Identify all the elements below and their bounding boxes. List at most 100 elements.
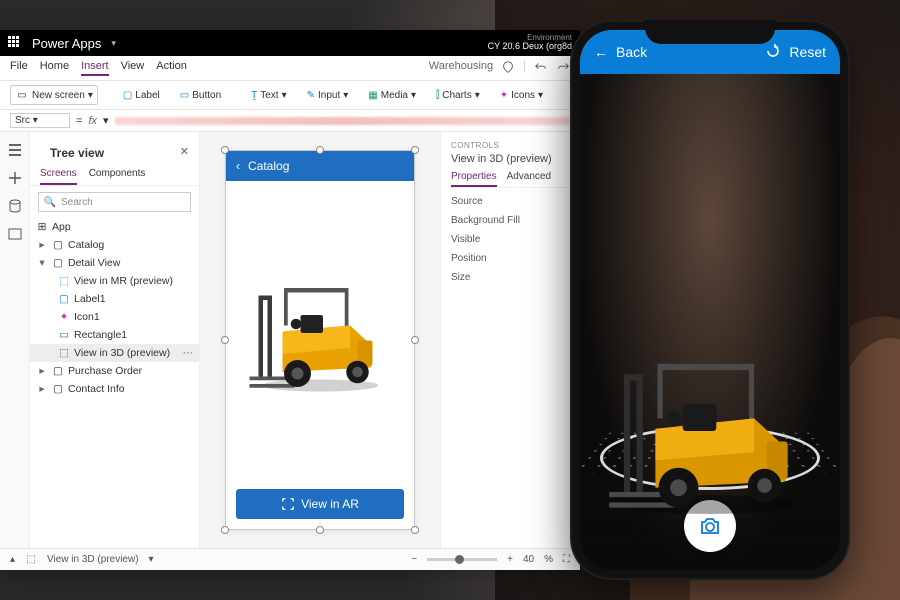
prop-position[interactable]: Position <box>451 253 570 264</box>
zoom-slider[interactable] <box>427 558 497 561</box>
tree-node-viewmr[interactable]: ⬚ View in MR (preview) <box>30 272 199 290</box>
view-in-ar-button[interactable]: View in AR <box>236 489 404 519</box>
prop-size[interactable]: Size <box>451 272 570 283</box>
menu-insert[interactable]: Insert <box>81 60 109 76</box>
property-tabs: Properties Advanced <box>451 171 570 188</box>
back-button[interactable]: Back <box>616 44 647 60</box>
left-rail <box>0 132 30 548</box>
prop-source[interactable]: Source <box>451 196 570 207</box>
insert-button-button[interactable]: ▭Button <box>175 87 226 104</box>
forklift-3d-model <box>245 273 395 393</box>
insert-charts-menu[interactable]: ⫿Charts▾ <box>431 87 485 104</box>
menu-action[interactable]: Action <box>156 60 187 76</box>
selected-control[interactable]: ‹ Catalog <box>225 150 415 530</box>
tree-view-icon[interactable] <box>7 142 23 158</box>
tree-node-view3d[interactable]: ⬚View in 3D (preview)⋯ <box>30 344 199 362</box>
insert-input-menu[interactable]: ✎Input▾ <box>302 87 354 104</box>
view-in-ar-label: View in AR <box>301 497 359 511</box>
new-screen-label: New screen <box>32 90 85 101</box>
shape-icon: ▭ <box>58 329 70 341</box>
chevron-down-icon[interactable]: ▾ <box>36 257 48 269</box>
chevron-down-icon[interactable]: ▾ <box>149 554 154 565</box>
back-chevron-icon[interactable]: ‹ <box>236 159 240 173</box>
tab-components[interactable]: Components <box>89 164 146 185</box>
tree-view-panel: Tree view ✕ Screens Components 🔍 Search … <box>30 132 200 548</box>
app-icon: ⊞ <box>36 221 48 233</box>
properties-panel: CONTROLS View in 3D (preview) Properties… <box>440 132 580 548</box>
tab-screens[interactable]: Screens <box>40 164 77 185</box>
search-input[interactable]: 🔍 Search <box>38 192 191 212</box>
chevron-right-icon[interactable]: ▸ <box>36 239 48 251</box>
more-icon[interactable]: ⋯ <box>183 347 194 359</box>
menu-home[interactable]: Home <box>40 60 69 76</box>
tree-node-purchaseorder[interactable]: ▸▢Purchase Order <box>30 362 199 380</box>
reset-button[interactable]: Reset <box>789 44 826 60</box>
tree-node-icon1[interactable]: ✦Icon1 <box>30 308 199 326</box>
close-icon[interactable]: ✕ <box>180 145 189 158</box>
insert-media-menu[interactable]: ▦Media▾ <box>363 87 421 104</box>
formula-chevron[interactable]: ▾ <box>103 114 109 127</box>
screen-icon: ▢ <box>52 383 64 395</box>
data-pane-icon[interactable] <box>7 198 23 214</box>
property-selector[interactable]: Src ▾ <box>10 113 70 128</box>
tree-node-detailview[interactable]: ▾▢Detail View <box>30 254 199 272</box>
app-launcher-icon[interactable] <box>8 36 22 50</box>
zoom-in-button[interactable]: + <box>507 554 513 565</box>
menu-view[interactable]: View <box>121 60 145 76</box>
new-screen-button[interactable]: ▭ New screen ▾ <box>10 85 98 105</box>
tree-node-label1[interactable]: ▢Label1 <box>30 290 199 308</box>
status-bar: ▴ ⬚ View in 3D (preview) ▾ − + 40 % ⛶ <box>0 548 580 570</box>
view-in-3d-control[interactable] <box>226 181 414 485</box>
insert-pane-icon[interactable] <box>7 170 23 186</box>
prop-background-fill[interactable]: Background Fill <box>451 215 570 226</box>
reset-icon[interactable] <box>765 43 781 62</box>
tree-label: Icon1 <box>74 311 100 323</box>
formula-input[interactable] <box>115 117 570 125</box>
back-arrow-icon[interactable]: ← <box>594 44 608 60</box>
prop-visible[interactable]: Visible <box>451 234 570 245</box>
tree-node-rectangle1[interactable]: ▭Rectangle1 <box>30 326 199 344</box>
chevron-up-icon[interactable]: ▴ <box>10 554 15 565</box>
chevron-down-icon[interactable]: ▾ <box>111 38 116 49</box>
fit-to-screen-icon[interactable]: ⛶ <box>563 554 570 565</box>
status-selection[interactable]: View in 3D (preview) <box>47 554 139 565</box>
canvas-area[interactable]: ‹ Catalog <box>200 132 440 548</box>
insert-icons-menu[interactable]: ✦Icons▾ <box>495 87 548 104</box>
chevron-right-icon[interactable]: ▸ <box>36 365 48 377</box>
ribbon-charts-text: Charts <box>442 90 471 101</box>
app-name-right[interactable]: Warehousing <box>429 60 493 76</box>
cube-icon: ⬚ <box>25 554 37 566</box>
insert-label-button[interactable]: ▢Label <box>118 87 165 104</box>
tree: ⊞ App ▸▢Catalog ▾▢Detail View ⬚ View in MR… <box>30 218 199 548</box>
media-pane-icon[interactable] <box>7 226 23 242</box>
fx-icon[interactable]: fx <box>88 115 97 127</box>
ar-forklift-model[interactable] <box>605 347 815 515</box>
phone-screen: ← Back Reset <box>580 30 840 570</box>
search-icon: 🔍 <box>43 195 57 209</box>
tree-node-app[interactable]: ⊞ App <box>30 218 199 236</box>
ar-camera-view[interactable] <box>580 74 840 570</box>
tree-label: App <box>52 221 71 233</box>
tab-advanced[interactable]: Advanced <box>507 171 551 187</box>
screen-icon: ▭ <box>15 88 29 102</box>
zoom-out-button[interactable]: − <box>411 554 417 565</box>
chevron-down-icon: ▾ <box>88 90 93 101</box>
app-checker-icon[interactable] <box>501 60 515 74</box>
chevron-right-icon[interactable]: ▸ <box>36 383 48 395</box>
divider: | <box>523 60 526 76</box>
insert-text-menu[interactable]: ṮText▾ <box>246 87 291 104</box>
ar-app-header: ← Back Reset <box>580 30 840 74</box>
tree-label: View in MR (preview) <box>74 275 173 287</box>
redo-icon[interactable] <box>556 60 570 74</box>
tree-node-catalog[interactable]: ▸▢Catalog <box>30 236 199 254</box>
camera-icon <box>698 514 722 538</box>
mr-icon: ⬚ <box>58 275 70 287</box>
search-placeholder: Search <box>61 197 93 208</box>
environment-picker[interactable]: Environment CY 20.6 Deux (org8d <box>488 34 572 53</box>
canvas-app-header[interactable]: ‹ Catalog <box>226 151 414 181</box>
undo-icon[interactable] <box>534 60 548 74</box>
ar-ground <box>580 350 840 500</box>
menu-file[interactable]: File <box>10 60 28 76</box>
tree-node-contactinfo[interactable]: ▸▢Contact Info <box>30 380 199 398</box>
tab-properties[interactable]: Properties <box>451 171 497 187</box>
